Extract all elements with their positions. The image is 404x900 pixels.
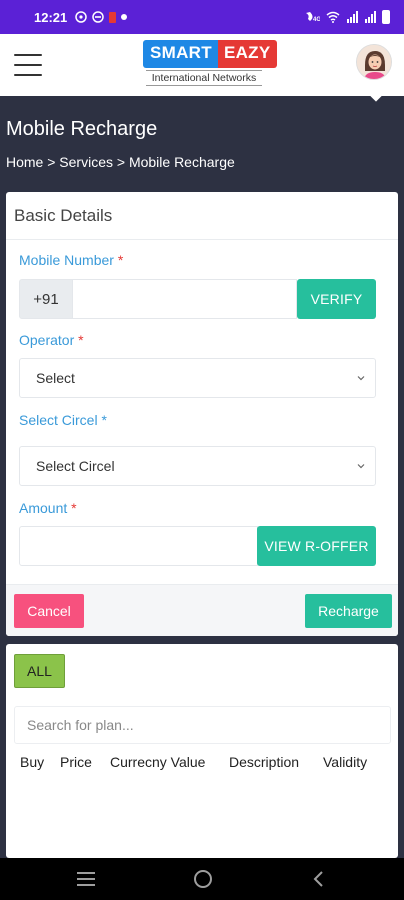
column-header-description: Description xyxy=(229,754,300,770)
country-code: +91 xyxy=(19,279,73,319)
system-nav-bar xyxy=(0,858,404,900)
column-header-price: Price xyxy=(60,754,92,770)
column-header-currency-value: Currecny Value xyxy=(110,754,206,770)
amount-label: Amount * xyxy=(19,500,77,516)
column-header-buy: Buy xyxy=(20,754,45,770)
red-battery-icon xyxy=(109,11,117,23)
chevron-down-icon xyxy=(357,376,365,381)
operator-label-text: Operator xyxy=(19,332,75,348)
required-mark: * xyxy=(78,332,84,348)
logo-smart: SMART xyxy=(143,40,218,68)
plan-search-input[interactable]: Search for plan... xyxy=(14,706,391,744)
user-avatar-icon xyxy=(357,45,391,79)
volte-icon: 4G xyxy=(306,12,320,23)
circle-label: Select Circel * xyxy=(19,412,107,428)
mobile-number-label-text: Mobile Number xyxy=(19,252,114,268)
page-banner: Mobile Recharge Home > Services > Mobile… xyxy=(0,90,404,186)
all-plans-button[interactable]: ALL xyxy=(14,654,65,688)
operator-label: Operator * xyxy=(19,332,84,348)
status-left-icons xyxy=(75,11,128,23)
battery-icon xyxy=(382,10,390,24)
circle-select[interactable]: Select Circel xyxy=(19,446,376,486)
mobile-number-input[interactable] xyxy=(73,279,297,319)
verify-button[interactable]: VERIFY xyxy=(297,279,376,319)
whatsapp-icon xyxy=(75,11,87,23)
hamburger-menu-icon[interactable] xyxy=(14,54,42,76)
view-r-offer-button[interactable]: VIEW R-OFFER xyxy=(257,526,376,566)
circle-select-value: Select Circel xyxy=(36,458,115,474)
wifi-icon xyxy=(326,11,340,23)
required-mark: * xyxy=(71,500,77,516)
operator-select-value: Select xyxy=(36,370,75,386)
amount-input[interactable] xyxy=(19,526,258,566)
avatar[interactable] xyxy=(356,44,392,80)
dot-icon xyxy=(121,14,128,20)
home-icon[interactable] xyxy=(194,870,212,888)
mobile-number-label: Mobile Number * xyxy=(19,252,123,268)
recent-apps-icon[interactable] xyxy=(77,872,95,886)
chevron-down-icon xyxy=(357,464,365,469)
signal-icon xyxy=(347,11,358,23)
card-footer: Cancel Recharge xyxy=(6,584,398,636)
basic-details-card: Basic Details Mobile Number * +91 VERIFY… xyxy=(6,192,398,636)
logo: SMART EAZY International Networks xyxy=(143,40,277,88)
amount-label-text: Amount xyxy=(19,500,68,516)
column-header-validity: Validity xyxy=(323,754,368,770)
card-title: Basic Details xyxy=(6,192,398,240)
cancel-button[interactable]: Cancel xyxy=(14,594,84,628)
svg-text:4G: 4G xyxy=(313,17,320,23)
status-right-icons: 4G xyxy=(304,10,390,24)
recharge-button[interactable]: Recharge xyxy=(305,594,392,628)
back-icon[interactable] xyxy=(312,870,326,888)
circle-minus-icon xyxy=(92,11,104,23)
status-bar: 12:21 4G xyxy=(0,0,404,34)
status-time: 12:21 xyxy=(34,9,68,25)
logo-eazy: EAZY xyxy=(217,40,277,68)
operator-select[interactable]: Select xyxy=(19,358,376,398)
plans-card: ALL Search for plan... Buy Price Currecn… xyxy=(6,644,398,858)
signal-icon xyxy=(365,11,376,23)
app-header: SMART EAZY International Networks xyxy=(0,34,404,96)
breadcrumb[interactable]: Home > Services > Mobile Recharge xyxy=(6,154,235,170)
logo-subtitle: International Networks xyxy=(146,70,262,86)
page-title: Mobile Recharge xyxy=(6,118,158,140)
required-mark: * xyxy=(117,252,124,268)
